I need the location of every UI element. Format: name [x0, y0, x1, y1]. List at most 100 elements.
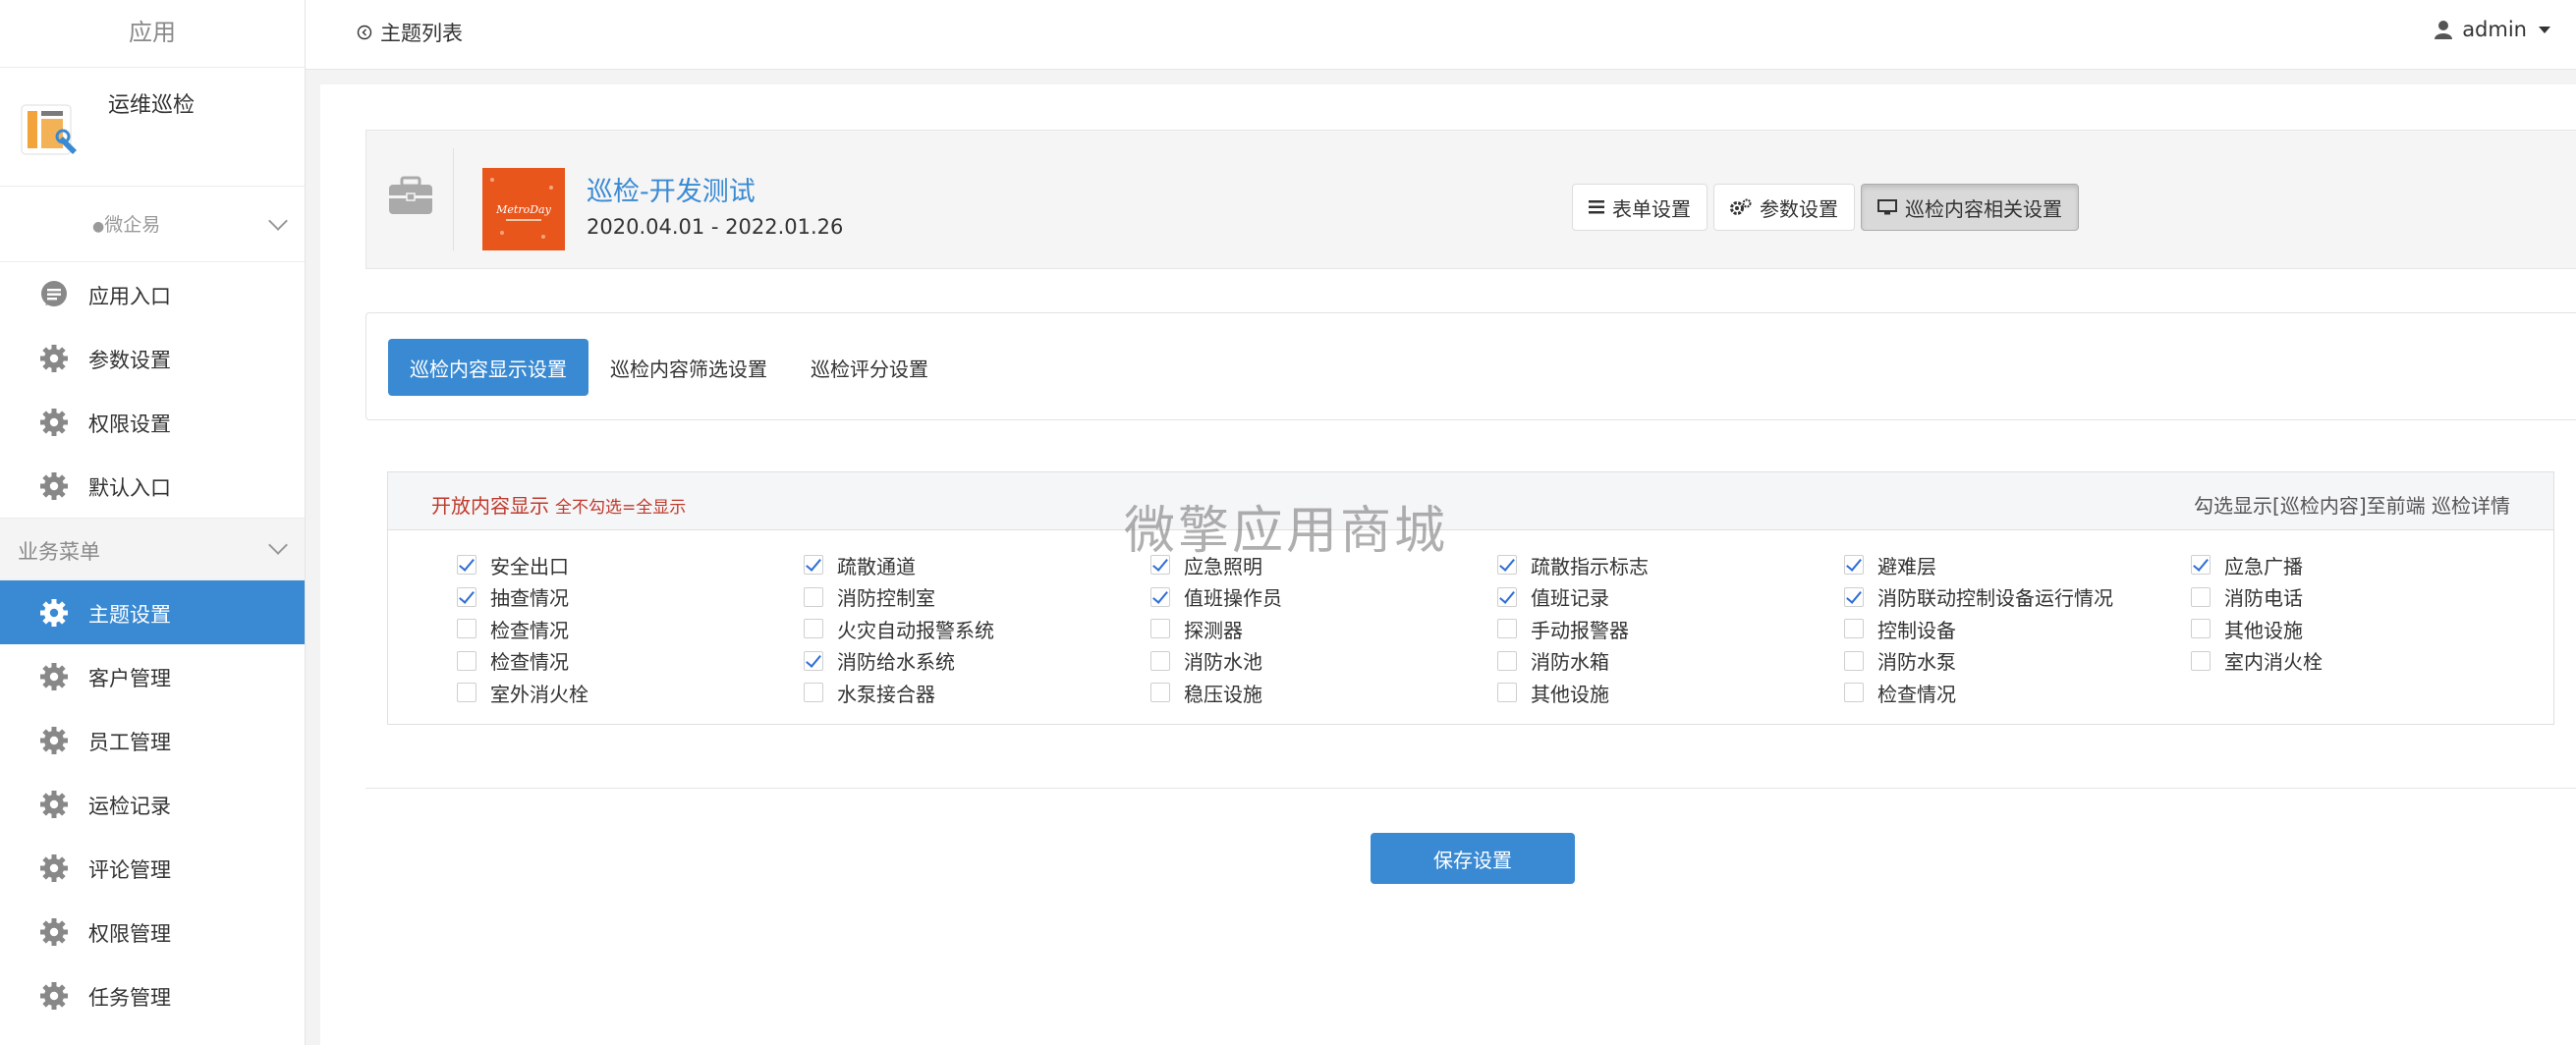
checkbox-option[interactable]: 消防控制室: [804, 581, 1150, 614]
checkbox[interactable]: [1844, 650, 1864, 671]
user-menu[interactable]: admin: [2435, 18, 2550, 41]
sidebar-item[interactable]: 权限设置: [0, 390, 305, 454]
checkbox-option[interactable]: 消防水箱: [1497, 645, 1844, 678]
business-menu-section[interactable]: 业务菜单: [0, 518, 305, 580]
checkbox-option[interactable]: 检查情况: [457, 613, 804, 645]
checkbox[interactable]: [804, 555, 823, 576]
config-header: 开放内容显示 全不勾选=全显示 勾选显示[巡检内容]至前端 巡检详情: [388, 472, 2553, 530]
checkbox[interactable]: [1150, 683, 1170, 703]
checkbox-option[interactable]: 检查情况: [457, 645, 804, 678]
checkbox-option[interactable]: 值班记录: [1497, 581, 1844, 614]
checkbox-option[interactable]: 消防水泵: [1844, 645, 2191, 678]
sidebar-item[interactable]: 应用入口: [0, 262, 305, 326]
checkbox[interactable]: [457, 683, 476, 703]
checkbox[interactable]: [804, 650, 823, 671]
wechat-icon: ●: [92, 219, 105, 235]
checkbox[interactable]: [2191, 555, 2211, 576]
form-settings-button[interactable]: 表单设置: [1572, 184, 1708, 231]
checkbox-option[interactable]: 室外消火栓: [457, 677, 804, 709]
checkbox-option[interactable]: 应急照明: [1150, 549, 1497, 581]
checkbox-label: 避难层: [1877, 554, 1936, 578]
checkbox[interactable]: [457, 619, 476, 639]
checkbox[interactable]: [804, 683, 823, 703]
tab-item[interactable]: 巡检评分设置: [789, 339, 950, 396]
save-settings-button[interactable]: 保存设置: [1371, 833, 1575, 884]
checkbox-option[interactable]: 水泵接合器: [804, 677, 1150, 709]
checkbox-option[interactable]: 应急广播: [2191, 549, 2538, 581]
checkbox-option[interactable]: 手动报警器: [1497, 613, 1844, 645]
checkbox-label: 稳压设施: [1184, 682, 1262, 706]
checkbox[interactable]: [1150, 650, 1170, 671]
checkbox-label: 抽查情况: [490, 586, 569, 611]
checkbox[interactable]: [1150, 619, 1170, 639]
tab-item[interactable]: 巡检内容显示设置: [388, 339, 588, 396]
checkbox[interactable]: [1844, 555, 1864, 576]
checkbox[interactable]: [1497, 555, 1517, 576]
checkbox-option[interactable]: 消防水池: [1150, 645, 1497, 678]
sidebar-item[interactable]: 员工管理: [0, 708, 305, 772]
checkbox-option[interactable]: 避难层: [1844, 549, 2191, 581]
sidebar-item[interactable]: 任务管理: [0, 963, 305, 1027]
topic-title[interactable]: 巡检-开发测试: [587, 170, 756, 208]
tab-item[interactable]: 巡检内容筛选设置: [588, 339, 789, 396]
checkbox-option[interactable]: 消防给水系统: [804, 645, 1150, 678]
checkbox-option[interactable]: 疏散指示标志: [1497, 549, 1844, 581]
sidebar-item[interactable]: 评论管理: [0, 836, 305, 900]
sidebar-item[interactable]: 默认入口: [0, 454, 305, 518]
checkbox-option[interactable]: 稳压设施: [1150, 677, 1497, 709]
checkbox[interactable]: [457, 555, 476, 576]
checkbox-option[interactable]: 消防联动控制设备运行情况: [1844, 581, 2191, 614]
sidebar-item[interactable]: 权限管理: [0, 900, 305, 963]
checkbox[interactable]: [804, 619, 823, 639]
sidebar-item-label: 应用入口: [88, 285, 171, 308]
checkbox-label: 水泵接合器: [837, 682, 935, 706]
checkbox-label: 应急广播: [2224, 554, 2303, 578]
checkbox-option[interactable]: 疏散通道: [804, 549, 1150, 581]
checkbox[interactable]: [1497, 586, 1517, 607]
checkbox[interactable]: [1150, 586, 1170, 607]
checkbox[interactable]: [1497, 683, 1517, 703]
param-settings-button[interactable]: 参数设置: [1713, 184, 1855, 231]
group-label: ●微企易: [92, 214, 161, 236]
checkbox-label: 火灾自动报警系统: [837, 618, 994, 642]
checkbox[interactable]: [2191, 650, 2211, 671]
circle-back-icon: [357, 25, 372, 40]
sidebar-item[interactable]: 客户管理: [0, 644, 305, 708]
list-icon: [1589, 200, 1604, 214]
checkbox[interactable]: [2191, 619, 2211, 639]
checkbox-option[interactable]: 其他设施: [1497, 677, 1844, 709]
checkbox-option[interactable]: 控制设备: [1844, 613, 2191, 645]
checkbox[interactable]: [1497, 650, 1517, 671]
group-toggle[interactable]: ●微企易: [0, 187, 305, 262]
checkbox-option[interactable]: 值班操作员: [1150, 581, 1497, 614]
checkbox[interactable]: [457, 650, 476, 671]
checkbox[interactable]: [1497, 619, 1517, 639]
checkbox[interactable]: [1844, 683, 1864, 703]
checkbox-option[interactable]: 消防电话: [2191, 581, 2538, 614]
gear-icon: [40, 599, 68, 627]
checkbox[interactable]: [1844, 586, 1864, 607]
checkbox[interactable]: [2191, 586, 2211, 607]
checkbox-option[interactable]: 室内消火栓: [2191, 645, 2538, 678]
sidebar-title: 应用: [0, 0, 305, 68]
checkbox[interactable]: [1150, 555, 1170, 576]
sidebar-item[interactable]: 主题设置: [0, 580, 305, 644]
settings-tabs: 巡检内容显示设置 巡检内容筛选设置 巡检评分设置: [388, 339, 950, 396]
sidebar-item[interactable]: 参数设置: [0, 326, 305, 390]
checkbox[interactable]: [1844, 619, 1864, 639]
app-logo-icon: [21, 104, 77, 155]
checkbox-option[interactable]: 探测器: [1150, 613, 1497, 645]
checkbox-option[interactable]: 安全出口: [457, 549, 804, 581]
checkbox-option[interactable]: 其他设施: [2191, 613, 2538, 645]
topic-list-link[interactable]: 主题列表: [357, 18, 463, 47]
sidebar-item-label: 员工管理: [88, 731, 171, 754]
content-settings-button[interactable]: 巡检内容相关设置: [1861, 184, 2079, 231]
checkbox-option[interactable]: 火灾自动报警系统: [804, 613, 1150, 645]
checkbox-option[interactable]: 检查情况: [1844, 677, 2191, 709]
checkbox[interactable]: [804, 586, 823, 607]
checkbox-option[interactable]: 抽查情况: [457, 581, 804, 614]
app-card[interactable]: 运维巡检: [0, 68, 305, 187]
sidebar-item-label: 权限管理: [88, 922, 171, 946]
sidebar-item[interactable]: 运检记录: [0, 772, 305, 836]
checkbox[interactable]: [457, 586, 476, 607]
